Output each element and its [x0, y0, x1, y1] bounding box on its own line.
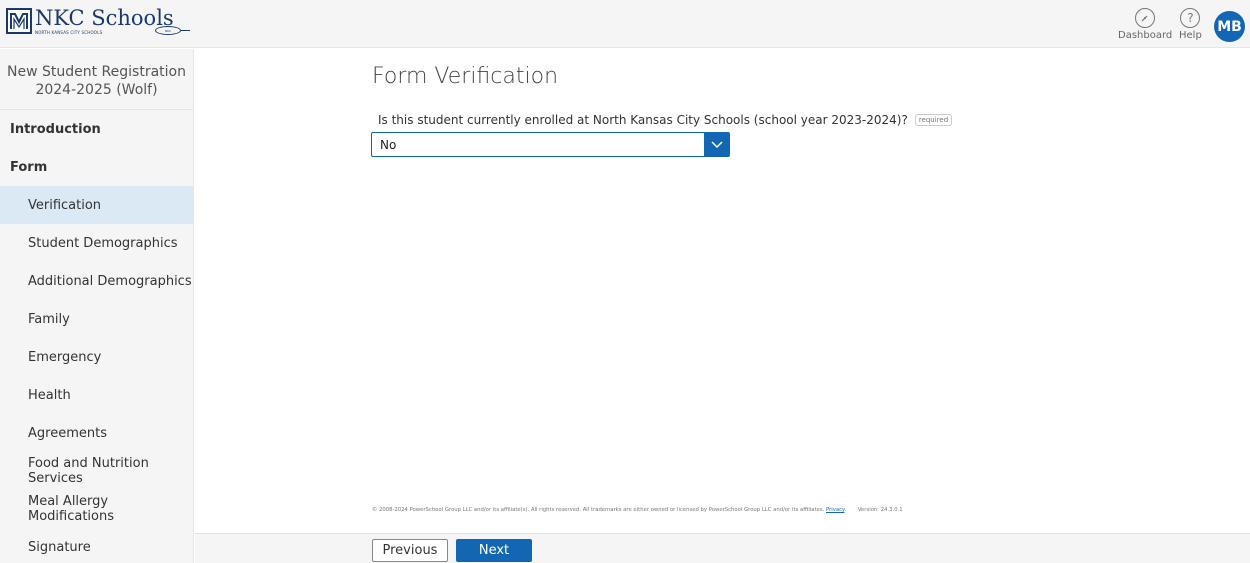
- help-button[interactable]: ? Help: [1179, 8, 1202, 41]
- registration-title-line1: New Student Registration: [7, 64, 186, 80]
- page-title: Form Verification: [372, 64, 559, 89]
- copyright-text: © 2008-2024 PowerSchool Group LLC and/or…: [372, 507, 825, 513]
- enrollment-select[interactable]: No: [371, 132, 730, 157]
- logo-emblem-icon: [6, 8, 32, 34]
- sidebar-item-signature[interactable]: Signature: [0, 528, 193, 563]
- logo-name: NKC Schools: [35, 6, 174, 30]
- logo-badge: NKC: [155, 26, 181, 35]
- enrollment-question-label: Is this student currently enrolled at No…: [378, 113, 908, 127]
- help-question-icon: ?: [1180, 8, 1201, 28]
- sidebar-item-agreements[interactable]: Agreements: [0, 414, 193, 452]
- required-badge: required: [914, 114, 953, 126]
- sidebar-item-verification[interactable]: Verification: [0, 186, 193, 224]
- chevron-down-icon[interactable]: [704, 133, 729, 156]
- sidebar-section-form[interactable]: Form: [0, 148, 193, 186]
- top-header: NKC Schools NORTH KANSAS CITY SCHOOLS NK…: [0, 0, 1250, 48]
- logo-divider: [181, 30, 190, 31]
- school-logo[interactable]: NKC Schools NORTH KANSAS CITY SCHOOLS: [6, 8, 174, 35]
- sidebar: New Student Registration 2024-2025 (Wolf…: [0, 49, 194, 563]
- user-avatar[interactable]: MB: [1214, 11, 1245, 42]
- bottom-nav-bar: [195, 533, 1250, 563]
- help-label: Help: [1179, 30, 1202, 41]
- previous-button[interactable]: Previous: [372, 539, 448, 562]
- logo-subtitle: NORTH KANSAS CITY SCHOOLS: [35, 30, 103, 35]
- dashboard-gauge-icon: [1135, 8, 1156, 28]
- registration-title: New Student Registration 2024-2025 (Wolf…: [0, 49, 193, 110]
- registration-title-line2: 2024-2025 (Wolf): [35, 82, 158, 98]
- privacy-link[interactable]: Privacy: [826, 507, 844, 513]
- sidebar-item-food-nutrition[interactable]: Food and Nutrition Services: [0, 452, 193, 490]
- sidebar-item-family[interactable]: Family: [0, 300, 193, 338]
- sidebar-section-introduction[interactable]: Introduction: [0, 110, 193, 148]
- sidebar-item-additional-demographics[interactable]: Additional Demographics: [0, 262, 193, 300]
- sidebar-item-health[interactable]: Health: [0, 376, 193, 414]
- dashboard-label: Dashboard: [1118, 30, 1173, 41]
- enrollment-select-value: No: [380, 138, 397, 152]
- next-button[interactable]: Next: [456, 539, 532, 562]
- sidebar-item-emergency[interactable]: Emergency: [0, 338, 193, 376]
- sidebar-item-meal-allergy[interactable]: Meal Allergy Modifications: [0, 490, 193, 528]
- version-text: Version: 24.3.0.1: [857, 507, 903, 513]
- footer: © 2008-2024 PowerSchool Group LLC and/or…: [372, 507, 903, 513]
- enrollment-question: Is this student currently enrolled at No…: [378, 113, 953, 127]
- dashboard-button[interactable]: Dashboard: [1118, 8, 1172, 41]
- sidebar-item-student-demographics[interactable]: Student Demographics: [0, 224, 193, 262]
